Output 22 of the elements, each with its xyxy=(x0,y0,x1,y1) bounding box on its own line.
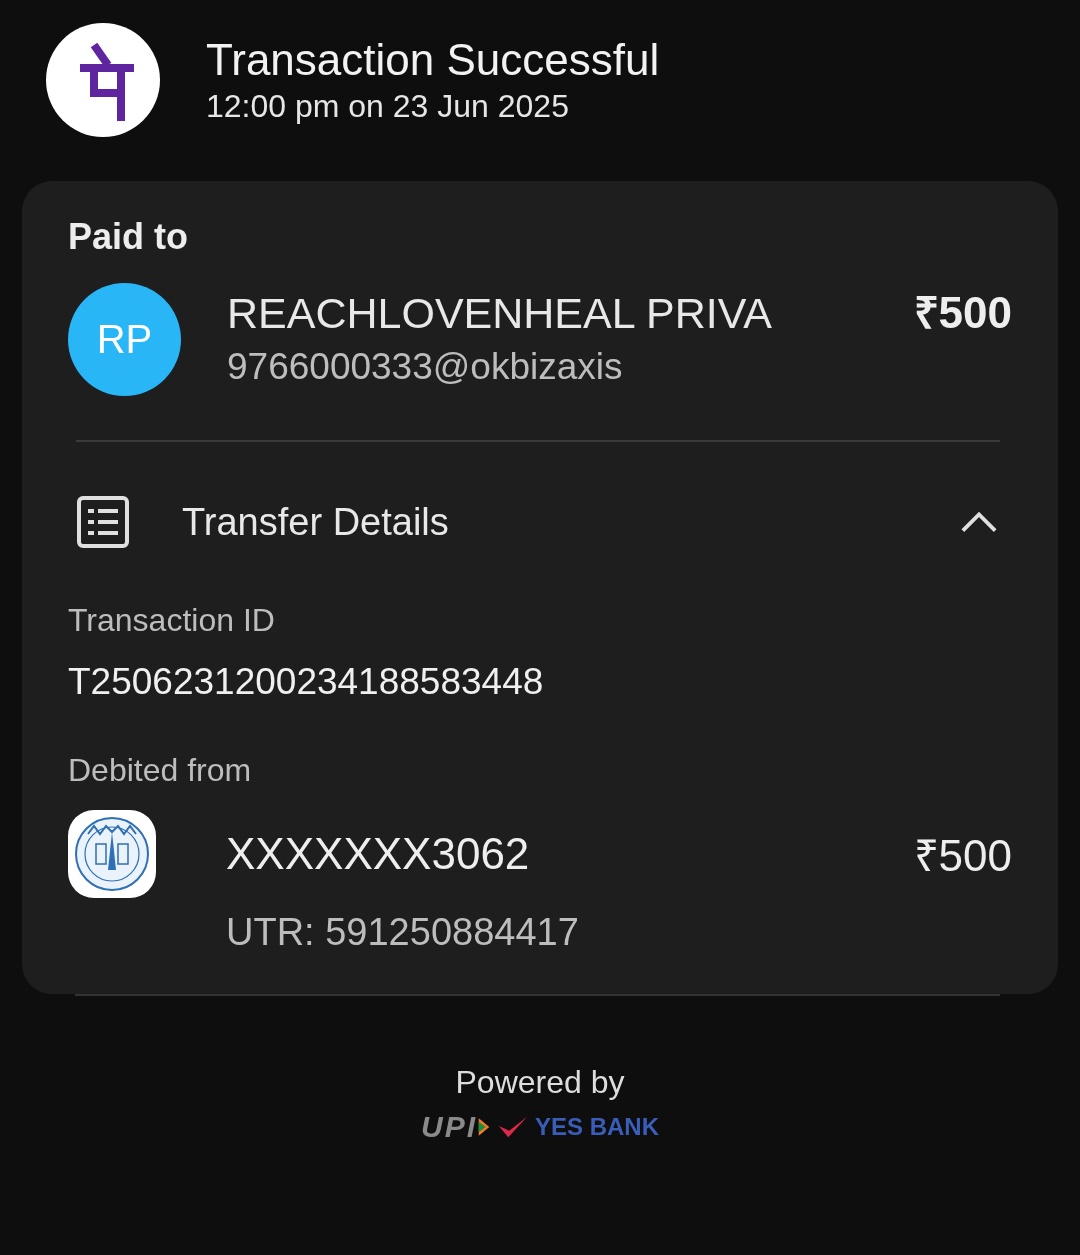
bank-wordmark: YES BANK xyxy=(535,1113,659,1141)
debit-amount: ₹500 xyxy=(913,830,1012,882)
powered-by-text: Powered by xyxy=(455,1063,625,1102)
section-heading: Paid to xyxy=(68,215,189,259)
app-logo-icon xyxy=(46,23,160,137)
field-label: Transaction ID xyxy=(68,601,276,640)
payee-name: REACHLOVENHEAL PRIVA xyxy=(227,288,773,339)
payee-avatar: RP xyxy=(68,283,181,396)
bank-emblem-icon xyxy=(68,810,156,898)
chevron-up-icon xyxy=(960,510,998,534)
transaction-time: 12:00 pm on 23 Jun 2025 xyxy=(206,87,570,126)
upi-wordmark: UPI xyxy=(420,1112,477,1142)
field-value: T2506231200234188583448 xyxy=(68,660,545,704)
payment-amount: ₹500 xyxy=(913,287,1012,339)
section-title: Transfer Details xyxy=(182,500,450,544)
upi-arrow-icon xyxy=(477,1117,491,1137)
upi-id: 9766000333@okbizaxis xyxy=(227,345,624,389)
utr-number: UTR: 591250884417 xyxy=(226,910,580,954)
account-number: XXXXXXX3062 xyxy=(226,829,530,879)
receipt-list-icon xyxy=(76,495,130,549)
page-title: Transaction Successful xyxy=(206,34,660,86)
field-label: Debited from xyxy=(68,751,253,790)
